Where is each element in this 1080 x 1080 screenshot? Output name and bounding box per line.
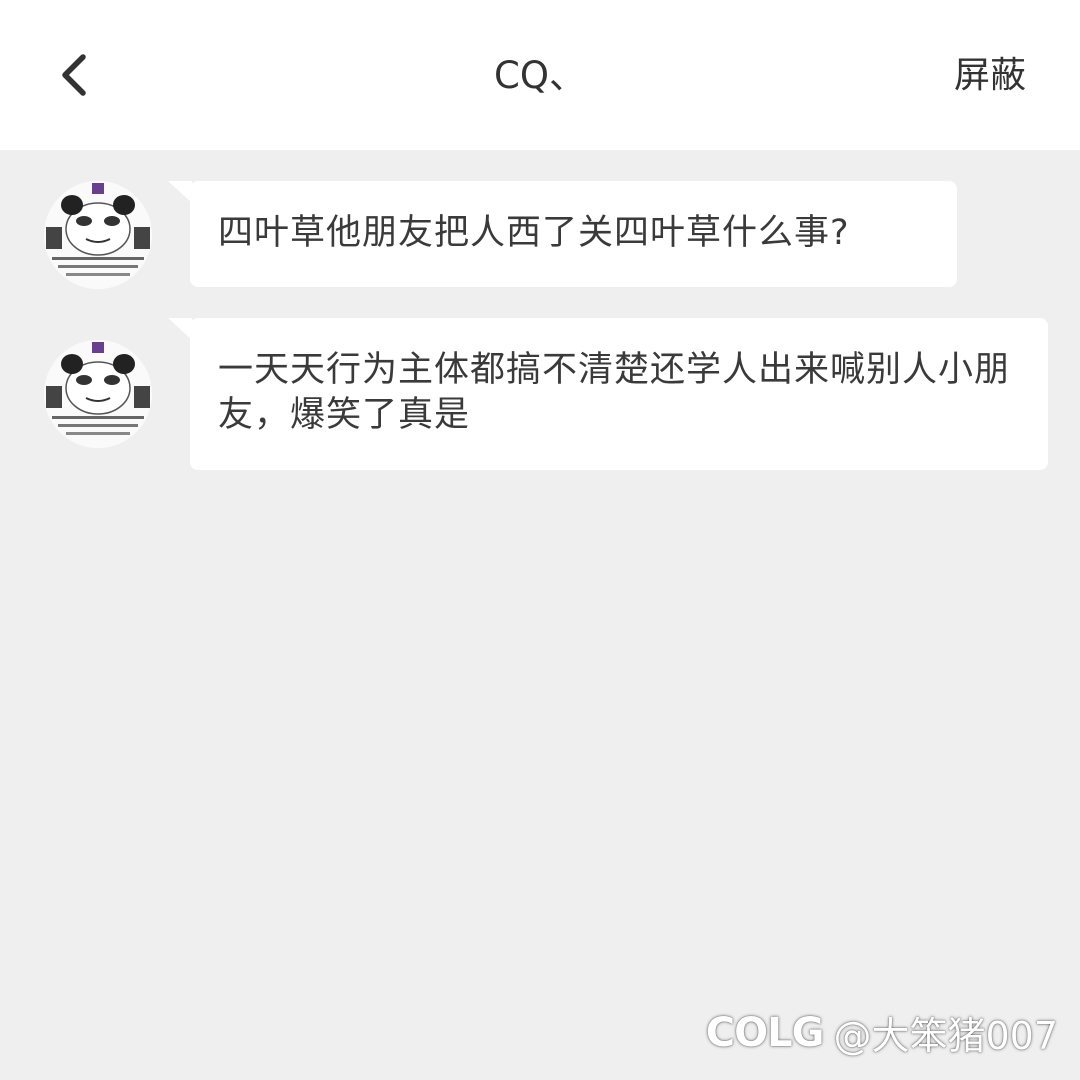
message-bubble[interactable]: 一天天行为主体都搞不清楚还学人出来喊别人小朋友，爆笑了真是 bbox=[190, 318, 1048, 470]
top-bar: CQ、 屏蔽 bbox=[0, 0, 1080, 150]
avatar[interactable] bbox=[44, 181, 152, 289]
chat-title: CQ、 bbox=[494, 54, 586, 97]
message-bubble[interactable]: 四叶草他朋友把人西了关四叶草什么事? bbox=[190, 181, 957, 287]
avatar[interactable] bbox=[44, 340, 152, 448]
message-text: 一天天行为主体都搞不清楚还学人出来喊别人小朋友，爆笑了真是 bbox=[218, 350, 1011, 435]
message-text: 四叶草他朋友把人西了关四叶草什么事? bbox=[218, 213, 850, 253]
watermark-logo: COLG bbox=[705, 1009, 825, 1056]
watermark-user: @大笨猪007 bbox=[833, 1014, 1058, 1058]
bubble-tail bbox=[168, 181, 192, 203]
panda-meme-avatar-icon bbox=[44, 340, 152, 448]
bubble-tail bbox=[168, 318, 192, 340]
panda-meme-avatar-icon bbox=[44, 181, 152, 289]
watermark: COLG @大笨猪007 bbox=[706, 1005, 1058, 1060]
block-button[interactable]: 屏蔽 bbox=[954, 50, 1026, 102]
